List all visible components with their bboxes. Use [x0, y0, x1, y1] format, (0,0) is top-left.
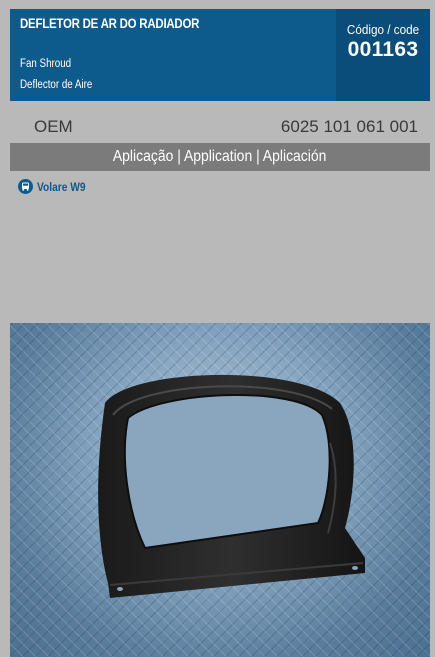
fan-shroud-image	[98, 374, 366, 598]
title-block: DEFLETOR DE AR DO RADIADOR Fan Shroud De…	[10, 9, 336, 101]
application-item-label: Volare W9	[37, 179, 86, 194]
product-header: DEFLETOR DE AR DO RADIADOR Fan Shroud De…	[10, 9, 430, 101]
oem-label: OEM	[34, 117, 73, 136]
bus-icon	[18, 179, 33, 194]
application-header: Aplicação | Application | Aplicación	[10, 143, 430, 171]
product-subtitle-es: Deflector de Aire	[20, 79, 93, 91]
product-image	[10, 323, 430, 657]
product-subtitle-en: Fan Shroud	[20, 58, 72, 70]
application-header-label: Aplicação | Application | Aplicación	[113, 148, 327, 165]
code-block: Código / code 001163	[336, 9, 430, 101]
oem-row: OEM 6025 101 061 001	[10, 112, 430, 142]
product-code: 001163	[347, 38, 419, 61]
product-title: DEFLETOR DE AR DO RADIADOR	[20, 15, 200, 31]
application-item: Volare W9	[18, 179, 422, 194]
code-label: Código / code	[346, 22, 420, 37]
application-list: Volare W9	[10, 171, 430, 313]
oem-number: 6025 101 061 001	[280, 117, 418, 136]
product-card: DEFLETOR DE AR DO RADIADOR Fan Shroud De…	[0, 0, 435, 657]
